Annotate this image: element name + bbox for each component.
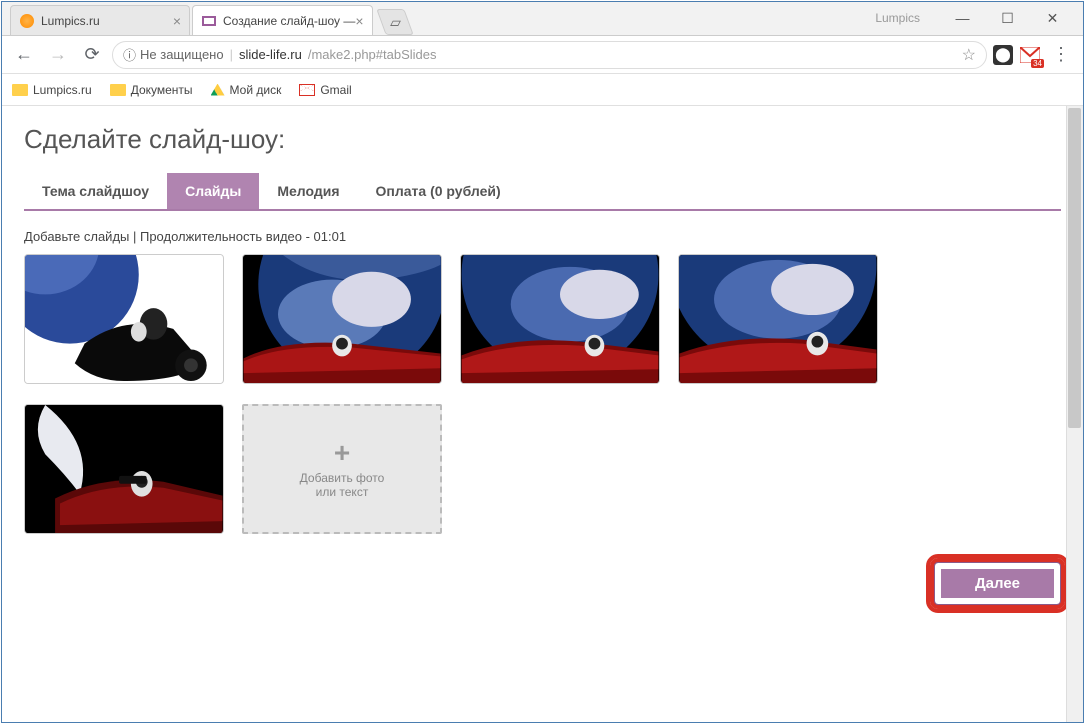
insecure-label: Не защищено xyxy=(140,47,224,62)
bookmarks-bar: Lumpics.ru Документы Мой диск Gmail xyxy=(2,74,1083,106)
folder-icon xyxy=(110,84,126,96)
slide-thumb-5[interactable] xyxy=(24,404,224,534)
browser-tabstrip: Lumpics.ru × Создание слайд-шоу — × ▱ Lu… xyxy=(2,2,1083,36)
nav-reload-button[interactable]: ⟳ xyxy=(78,41,106,69)
page-content: Сделайте слайд-шоу: Тема слайдшоу Слайды… xyxy=(2,106,1083,722)
add-slide-label-1: Добавить фото xyxy=(300,471,385,485)
gmail-badge-count: 34 xyxy=(1031,59,1044,68)
slides-grid: + Добавить фото или текст xyxy=(24,254,1061,534)
window-maximize-button[interactable]: ☐ xyxy=(985,4,1030,32)
address-bar-row: ← → ⟳ ⓘ Не защищено | slide-life.ru/make… xyxy=(2,36,1083,74)
tab-title-0: Lumpics.ru xyxy=(41,14,100,28)
tab-close-icon[interactable]: × xyxy=(173,13,181,29)
slides-info-text: Добавьте слайды | Продолжительность виде… xyxy=(24,229,1061,244)
address-input[interactable]: ⓘ Не защищено | slide-life.ru/make2.php#… xyxy=(112,41,987,69)
browser-menu-button[interactable]: ⋮ xyxy=(1047,41,1075,69)
step-tabs: Тема слайдшоу Слайды Мелодия Оплата (0 р… xyxy=(24,173,1061,211)
scrollbar-thumb[interactable] xyxy=(1068,108,1081,428)
security-indicator[interactable]: ⓘ Не защищено xyxy=(123,45,224,64)
bookmark-item-2[interactable]: Мой диск xyxy=(211,83,282,97)
bookmark-item-1[interactable]: Документы xyxy=(110,83,193,97)
bookmark-item-3[interactable]: Gmail xyxy=(299,83,351,97)
bookmark-star-icon[interactable]: ☆ xyxy=(962,45,976,65)
url-path: /make2.php#tabSlides xyxy=(308,47,437,62)
tab-melody[interactable]: Мелодия xyxy=(259,173,357,209)
favicon-lumpics xyxy=(19,13,35,29)
tab-payment[interactable]: Оплата (0 рублей) xyxy=(358,173,519,209)
window-title: Lumpics xyxy=(875,11,920,25)
next-button[interactable]: Далее xyxy=(934,562,1061,605)
folder-icon xyxy=(12,84,28,96)
add-slide-button[interactable]: + Добавить фото или текст xyxy=(242,404,442,534)
plus-icon: + xyxy=(334,439,350,467)
tab-theme[interactable]: Тема слайдшоу xyxy=(24,173,167,209)
window-close-button[interactable]: ✕ xyxy=(1030,4,1075,32)
new-tab-button[interactable]: ▱ xyxy=(376,9,413,35)
slide-thumb-2[interactable] xyxy=(242,254,442,384)
tab-close-icon[interactable]: × xyxy=(355,13,363,29)
extension-icon[interactable]: ⬤ xyxy=(993,45,1013,65)
tab-title-1: Создание слайд-шоу — xyxy=(223,14,355,28)
browser-tab-1[interactable]: Создание слайд-шоу — × xyxy=(192,5,373,35)
nav-forward-button[interactable]: → xyxy=(44,41,72,69)
nav-back-button[interactable]: ← xyxy=(10,41,38,69)
tab-slides[interactable]: Слайды xyxy=(167,173,259,209)
favicon-slidelife xyxy=(201,13,217,29)
slide-thumb-3[interactable] xyxy=(460,254,660,384)
page-heading: Сделайте слайд-шоу: xyxy=(24,124,1061,155)
window-minimize-button[interactable]: — xyxy=(940,4,985,32)
scrollbar[interactable] xyxy=(1066,106,1083,722)
slide-thumb-4[interactable] xyxy=(678,254,878,384)
add-slide-label-2: или текст xyxy=(316,485,369,499)
drive-icon xyxy=(211,84,225,96)
bookmark-item-0[interactable]: Lumpics.ru xyxy=(12,83,92,97)
browser-tab-0[interactable]: Lumpics.ru × xyxy=(10,5,190,35)
url-host: slide-life.ru xyxy=(239,47,302,62)
info-icon: ⓘ xyxy=(123,45,136,64)
gmail-extension-icon[interactable]: 34 xyxy=(1019,44,1041,66)
gmail-icon xyxy=(299,84,315,96)
slide-thumb-1[interactable] xyxy=(24,254,224,384)
